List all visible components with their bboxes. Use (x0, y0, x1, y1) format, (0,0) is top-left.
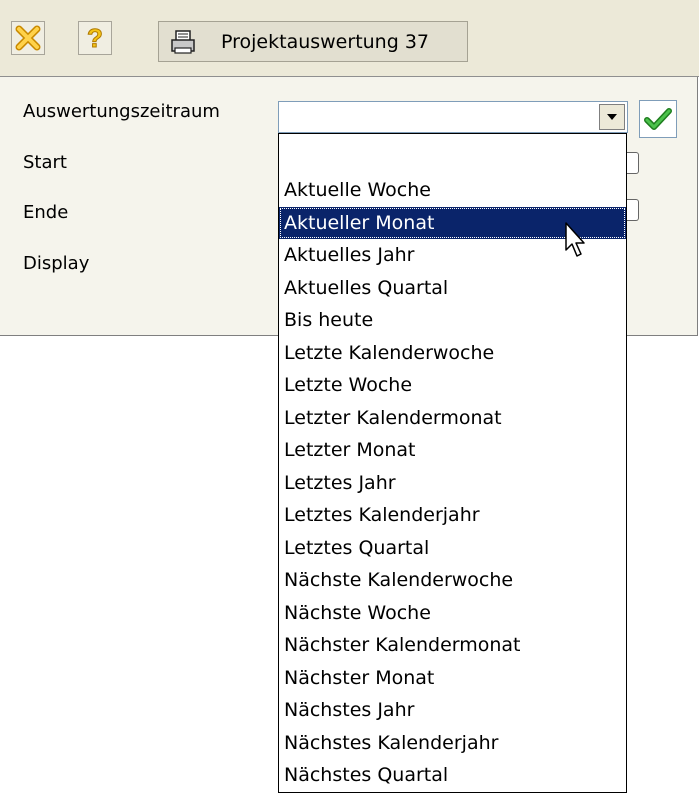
period-select[interactable] (278, 101, 628, 133)
checkmark-icon (644, 108, 672, 130)
dropdown-option[interactable]: Nächstes Jahr (279, 694, 626, 727)
dropdown-option[interactable]: Aktuelles Quartal (279, 272, 626, 305)
tab-label: Projektauswertung 37 (221, 30, 429, 53)
printer-icon[interactable] (165, 24, 201, 60)
start-calendar-icon[interactable] (625, 152, 639, 174)
dropdown-option[interactable]: Letzte Kalenderwoche (279, 337, 626, 370)
dropdown-option[interactable]: Nächstes Quartal (279, 759, 626, 792)
toolbar: ? Projektauswertung 37 (0, 0, 699, 77)
help-question-icon: ? (87, 24, 104, 52)
confirm-button[interactable] (639, 100, 677, 138)
dropdown-option[interactable]: Nächster Kalendermonat (279, 629, 626, 662)
help-button[interactable]: ? (78, 21, 112, 55)
display-label: Display (23, 253, 90, 274)
dropdown-option[interactable]: Letzter Monat (279, 434, 626, 467)
dropdown-option[interactable]: Nächstes Kalenderjahr (279, 727, 626, 760)
chevron-down-icon (607, 114, 617, 120)
svg-text:?: ? (87, 24, 103, 52)
dropdown-option[interactable]: Nächste Woche (279, 597, 626, 630)
dropdown-option[interactable]: Letztes Jahr (279, 467, 626, 500)
close-x-icon (15, 25, 41, 51)
end-label: Ende (23, 202, 69, 223)
dropdown-option[interactable]: Letztes Kalenderjahr (279, 499, 626, 532)
dropdown-option[interactable]: Nächster Monat (279, 662, 626, 695)
period-label: Auswertungszeitraum (23, 101, 220, 122)
close-button[interactable] (11, 21, 45, 55)
start-label: Start (23, 152, 67, 173)
tab-projektauswertung[interactable]: Projektauswertung 37 (158, 21, 468, 62)
dropdown-option[interactable]: Letztes Quartal (279, 532, 626, 565)
end-calendar-icon[interactable] (625, 199, 639, 221)
dropdown-option[interactable]: Letzter Kalendermonat (279, 402, 626, 435)
dropdown-option[interactable]: Bis heute (279, 304, 626, 337)
select-dropdown-button[interactable] (599, 104, 625, 130)
dropdown-option[interactable]: Nächste Kalenderwoche (279, 564, 626, 597)
mouse-pointer-icon (565, 222, 585, 257)
dropdown-option[interactable]: Aktuelle Woche (279, 174, 626, 207)
dropdown-option[interactable]: Letzte Woche (279, 369, 626, 402)
dropdown-option[interactable] (279, 134, 626, 174)
